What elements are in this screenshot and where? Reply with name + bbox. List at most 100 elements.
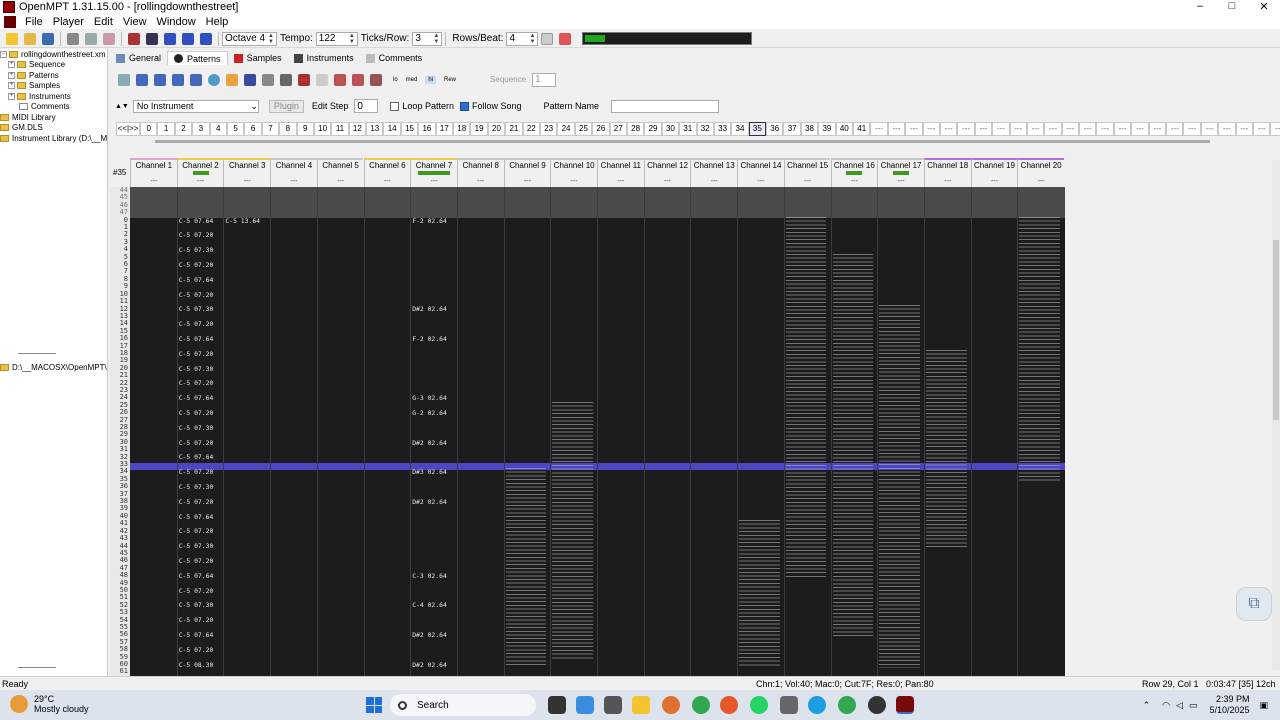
loop-pattern-checkbox[interactable]: Loop Pattern	[390, 101, 454, 111]
channel-header[interactable]: Channel 20 ---	[1017, 158, 1064, 187]
metronome-icon[interactable]	[559, 32, 572, 45]
expand-icon[interactable]	[262, 73, 274, 86]
pattern-note[interactable]: C-5 07.20	[179, 439, 214, 447]
hi-button[interactable]: hi	[425, 75, 437, 84]
pattern-note[interactable]: C-5 07.20	[179, 587, 214, 595]
order-item[interactable]: 23	[539, 122, 558, 136]
order-item[interactable]: ---	[922, 122, 940, 136]
pattern-grid[interactable]: C-5 07.64 C-5 07.20 C-5 07.30 C-5 07.20 C-5 …	[130, 187, 1065, 676]
menu-edit[interactable]: Edit	[89, 16, 118, 28]
order-item[interactable]: 19	[470, 122, 488, 136]
sequence-spinner[interactable]: 1	[532, 72, 557, 87]
plugin-button[interactable]: Plugin	[268, 99, 304, 113]
channel-header[interactable]: Channel 2 ---	[176, 158, 224, 187]
mute-icon[interactable]	[352, 73, 364, 86]
pattern-note[interactable]: C-5 07.64	[179, 217, 214, 225]
order-item[interactable]: 41	[853, 122, 871, 136]
channel-header[interactable]: Channel 18 ---	[923, 158, 971, 187]
maximize-button[interactable]: □	[1216, 0, 1248, 13]
channel-header[interactable]: Channel 8 ---	[456, 158, 504, 187]
channel-header[interactable]: Channel 15 ---	[783, 158, 831, 187]
play-pattern-icon[interactable]	[182, 32, 194, 45]
move-down-icon[interactable]	[136, 73, 148, 86]
close-x-icon[interactable]	[370, 73, 382, 86]
order-item[interactable]: 21	[505, 122, 523, 136]
pattern-note-block[interactable]	[505, 468, 547, 668]
order-item[interactable]: ---	[1079, 122, 1097, 136]
duplicate-icon[interactable]	[190, 73, 202, 86]
chevron-up-icon[interactable]: ⌃	[1143, 700, 1151, 711]
copilot-icon[interactable]	[576, 696, 594, 714]
order-item[interactable]: 31	[679, 122, 697, 136]
pattern-note[interactable]: C-5 07.64	[179, 513, 214, 521]
tree-item-gm-dls[interactable]: GM.DLS	[0, 123, 107, 134]
app-orange-icon[interactable]	[662, 696, 680, 714]
pattern-note[interactable]: D#2 02.64	[412, 305, 447, 313]
record-icon[interactable]	[208, 73, 220, 86]
shrink-icon[interactable]	[280, 73, 292, 86]
pattern-note[interactable]: C-5 07.64	[179, 631, 214, 639]
order-item[interactable]: 5	[226, 122, 245, 136]
order-item[interactable]: ---	[1148, 122, 1167, 136]
stop-icon[interactable]	[146, 32, 158, 45]
menu-file[interactable]: File	[20, 16, 48, 28]
order-item[interactable]: 39	[818, 122, 836, 136]
play-song-icon[interactable]	[128, 32, 140, 45]
channel-header[interactable]: Channel 17 ---	[877, 158, 924, 187]
order-item[interactable]: 25	[574, 122, 593, 136]
notification-icon[interactable]: ▣	[1259, 700, 1268, 711]
properties-icon[interactable]	[226, 73, 238, 86]
order-item[interactable]: 9	[296, 122, 314, 136]
rows-beat-spinner[interactable]: 4 ▲ ▼	[506, 31, 539, 46]
tree-splitter-bottom[interactable]	[18, 667, 56, 668]
pattern-note[interactable]: C-5 07.30	[179, 483, 214, 491]
file-explorer-icon[interactable]	[632, 696, 650, 714]
order-item[interactable]: ---	[1044, 122, 1062, 136]
order-item[interactable]: 4	[209, 122, 227, 136]
pattern-note[interactable]: C-5 07.20	[179, 557, 214, 565]
order-item[interactable]: 16	[418, 122, 436, 136]
octave-spinner[interactable]: Octave 4 ▲ ▼	[222, 31, 277, 46]
order-item[interactable]: 20	[487, 122, 506, 136]
channel-header[interactable]: Channel 5 ---	[316, 158, 364, 187]
menu-view[interactable]: View	[118, 16, 152, 28]
tempo-spinner[interactable]: 122 ▲ ▼	[315, 31, 358, 46]
order-item[interactable]: 13	[366, 122, 384, 136]
order-item[interactable]: ---	[1131, 122, 1149, 136]
whatsapp-icon[interactable]	[750, 696, 768, 714]
insert-icon[interactable]	[172, 73, 184, 86]
order-scrollbar[interactable]	[155, 140, 1210, 143]
order-item[interactable]: ---	[1113, 122, 1132, 136]
tree-item-patterns[interactable]: + Patterns	[0, 70, 107, 81]
pattern-note-block[interactable]	[925, 349, 967, 550]
channel-header[interactable]: Channel 10 ---	[550, 158, 597, 187]
ticks-row-spinner[interactable]: 3 ▲ ▼	[412, 31, 443, 46]
pattern-note[interactable]: C-5 07.30	[179, 601, 214, 609]
order-item[interactable]: 26	[592, 122, 610, 136]
pattern-note[interactable]: C-5 07.64	[179, 394, 214, 402]
save-icon[interactable]	[42, 32, 54, 45]
play-from-icon[interactable]	[200, 32, 212, 45]
pattern-note[interactable]: C-5 07.20	[179, 261, 214, 269]
pattern-note[interactable]: C-5 07.20	[179, 350, 214, 358]
channel-header[interactable]: Channel 3 ---	[223, 158, 271, 187]
tree-item-module[interactable]: − rollingdownthestreet.xm	[0, 49, 107, 60]
pattern-note[interactable]: C-5 07.64	[179, 335, 214, 343]
order-item[interactable]: 36	[766, 122, 784, 136]
instrument-spin-icon[interactable]: ▲▼	[115, 103, 129, 110]
order-item[interactable]: 33	[713, 122, 732, 136]
pattern-note-block[interactable]	[1019, 216, 1060, 483]
pattern-note[interactable]: D#3 02.64	[412, 468, 447, 476]
volume-icon[interactable]: ◁	[1176, 700, 1183, 711]
pattern-note[interactable]: F-2 02.64	[412, 217, 447, 225]
pattern-name-input[interactable]	[611, 99, 720, 113]
pattern-note-block[interactable]	[832, 253, 874, 639]
pattern-note-block[interactable]	[785, 216, 827, 580]
weather-widget[interactable]: 29°C Mostly cloudy	[10, 694, 89, 714]
order-item[interactable]: ---	[1270, 122, 1280, 136]
order-item[interactable]: 0	[140, 122, 158, 136]
pattern-note[interactable]: C-5 07.30	[179, 246, 214, 254]
order-item[interactable]: 10	[313, 122, 332, 136]
tab-comments[interactable]: Comments	[360, 51, 429, 65]
pattern-note[interactable]: D#2 02.64	[412, 439, 447, 447]
